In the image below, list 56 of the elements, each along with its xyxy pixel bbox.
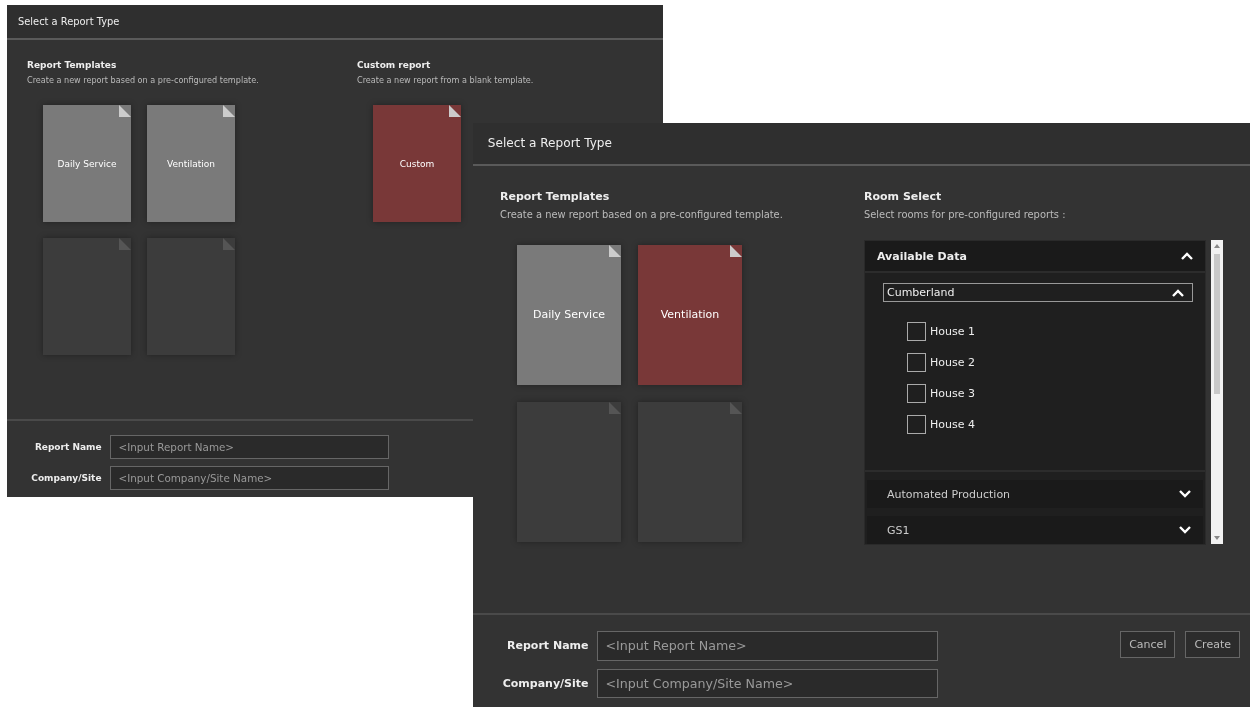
section-heading: Report Templates <box>500 189 610 203</box>
window-title: Select a Report Type <box>473 123 1250 166</box>
section-description: Select rooms for pre-configured reports : <box>864 209 1066 221</box>
dialog-button[interactable]: Create <box>1185 631 1240 659</box>
dialog-button[interactable]: Cancel <box>1120 631 1176 659</box>
field-label: Company/Site <box>501 676 589 690</box>
field-label: Report Name <box>506 639 589 653</box>
page-corner-icon <box>119 238 131 251</box>
page-corner-icon <box>223 238 235 251</box>
checkbox-label: House 4 <box>930 418 975 432</box>
input-field[interactable]: <Input Report Name> <box>109 434 389 460</box>
report-template-tile[interactable]: Daily Service <box>517 244 621 385</box>
field-label: Report Name <box>33 442 102 453</box>
section-heading: Custom report <box>357 60 431 71</box>
report-template-tile[interactable]: Ventilation <box>638 244 742 385</box>
tile-label: Custom <box>399 158 435 169</box>
field-label: Company/Site <box>30 472 102 483</box>
page-corner-icon <box>609 244 621 257</box>
checkbox-label: House 2 <box>930 356 975 370</box>
scrollbar[interactable] <box>1211 240 1223 545</box>
report-template-tile[interactable]: Custom <box>373 105 461 223</box>
tile-label: Ventilation <box>660 308 720 322</box>
page-corner-icon <box>223 105 235 118</box>
expand-icon <box>1179 526 1191 535</box>
tile-label: Ventilation <box>167 158 215 169</box>
page-corner-icon <box>730 244 742 257</box>
page-corner-icon <box>609 401 621 414</box>
page-corner-icon <box>119 105 131 118</box>
input-field[interactable]: <Input Company/Site Name> <box>109 465 389 490</box>
page-corner-icon <box>730 401 742 414</box>
section-description: Create a new report from a blank template. <box>357 75 534 86</box>
section-heading: Report Templates <box>27 60 117 71</box>
report-template-tile[interactable]: Daily Service <box>43 105 131 223</box>
input-field[interactable]: <Input Report Name> <box>596 631 938 661</box>
checkbox-label: House 3 <box>930 387 975 401</box>
checkbox[interactable] <box>907 384 926 404</box>
expand-icon <box>1179 490 1191 499</box>
checkbox[interactable] <box>907 353 926 373</box>
report-template-tile[interactable]: Ventilation <box>147 105 235 223</box>
input-field[interactable]: <Input Company/Site Name> <box>596 668 938 699</box>
section-heading: Room Select <box>864 189 942 203</box>
accordion-header[interactable]: Available Data <box>865 241 1205 274</box>
tile-label: Daily Service <box>57 158 117 169</box>
collapse-icon <box>1172 288 1184 297</box>
accordion-header[interactable]: Cumberland <box>883 283 1193 303</box>
checkbox-label: House 1 <box>930 325 975 339</box>
section-description: Create a new report based on a pre-configured template. <box>500 209 783 221</box>
checkbox[interactable] <box>907 322 926 342</box>
tile-label: Daily Service <box>533 308 605 322</box>
section-description: Create a new report based on a pre-configured template. <box>27 75 259 86</box>
checkbox[interactable] <box>907 415 926 435</box>
accordion-header[interactable]: GS1 <box>867 516 1203 545</box>
page-corner-icon <box>449 105 461 118</box>
collapse-icon <box>1181 252 1193 261</box>
accordion-header[interactable]: Automated Production <box>867 480 1203 509</box>
window-title: Select a Report Type <box>7 5 663 41</box>
